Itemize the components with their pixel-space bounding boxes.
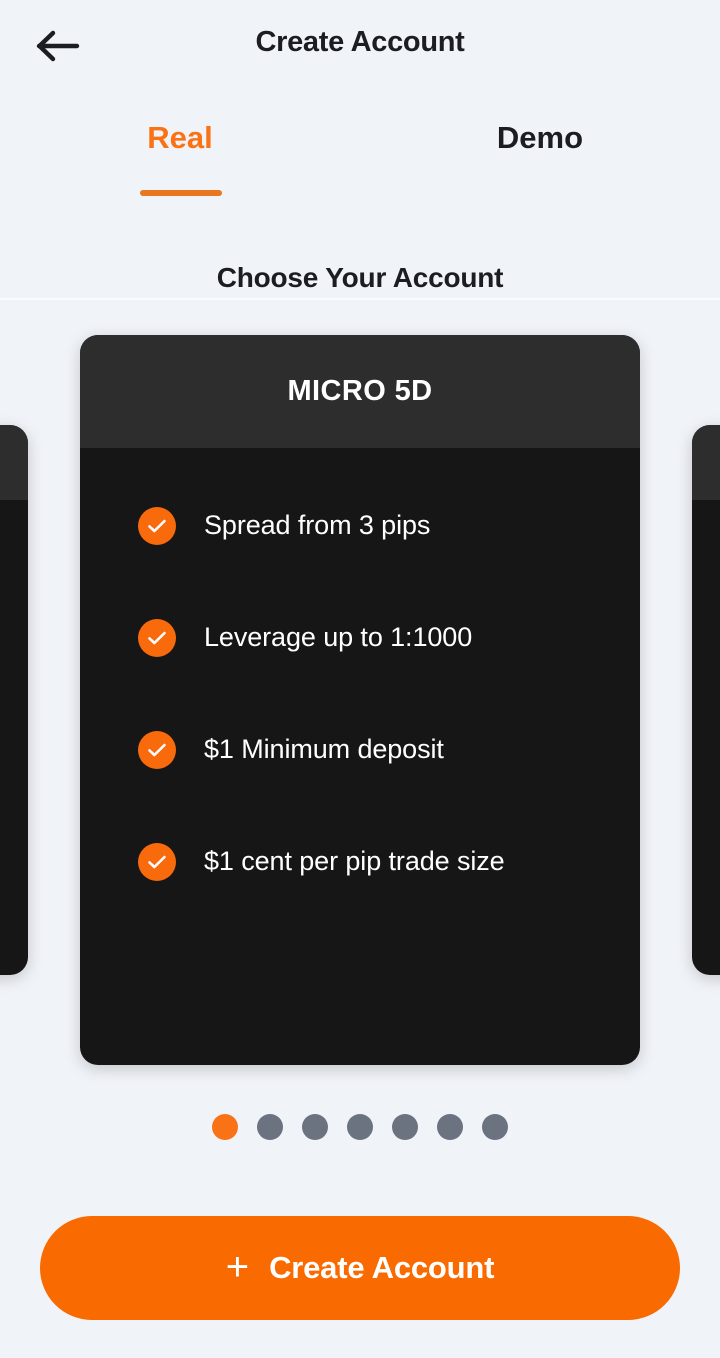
card-header [0,425,28,500]
account-card-micro-5d[interactable]: MICRO 5D Spread from 3 pips Leverage up … [80,335,640,1065]
tab-demo[interactable]: Demo [450,104,630,172]
account-carousel[interactable]: MICRO 5D Spread from 3 pips Leverage up … [0,335,720,1070]
account-type-tabs: Real Demo [0,104,720,300]
create-account-screen: Create Account Real Demo Choose Your Acc… [0,0,720,1358]
pagination-dot-7[interactable] [482,1114,508,1140]
carousel-pagination [0,1114,720,1140]
section-title: Choose Your Account [216,262,504,293]
carousel-card-next[interactable] [692,425,720,975]
carousel-card-previous[interactable] [0,425,28,975]
feature-item: Leverage up to 1:1000 [80,612,640,664]
top-bar: Create Account [0,0,720,92]
plus-icon: + [225,1244,250,1289]
tab-active-underline [140,190,222,196]
page-title: Create Account [255,26,465,58]
card-header [692,425,720,500]
card-title: MICRO 5D [287,375,433,407]
check-circle-icon [138,731,176,769]
check-circle-icon [138,507,176,545]
pagination-dot-2[interactable] [257,1114,283,1140]
feature-label: $1 cent per pip trade size [204,846,505,877]
feature-label: $1 Minimum deposit [204,734,444,765]
tab-real[interactable]: Real [90,104,270,172]
tab-bar-divider [0,298,720,300]
pagination-dot-1[interactable] [212,1114,238,1140]
feature-label: Spread from 3 pips [204,510,431,541]
pagination-dot-3[interactable] [302,1114,328,1140]
pagination-dot-5[interactable] [392,1114,418,1140]
pagination-dot-4[interactable] [347,1114,373,1140]
pagination-dot-6[interactable] [437,1114,463,1140]
feature-label: Leverage up to 1:1000 [204,622,473,653]
check-circle-icon [138,619,176,657]
card-header: MICRO 5D [80,335,640,448]
check-circle-icon [138,843,176,881]
feature-item: $1 cent per pip trade size [80,836,640,888]
create-account-button-label: Create Account [269,1250,495,1285]
feature-item: $1 Minimum deposit [80,724,640,776]
create-account-button[interactable]: + Create Account [40,1216,680,1320]
card-feature-list: Spread from 3 pips Leverage up to 1:1000 [80,448,640,888]
feature-item: Spread from 3 pips [80,500,640,552]
